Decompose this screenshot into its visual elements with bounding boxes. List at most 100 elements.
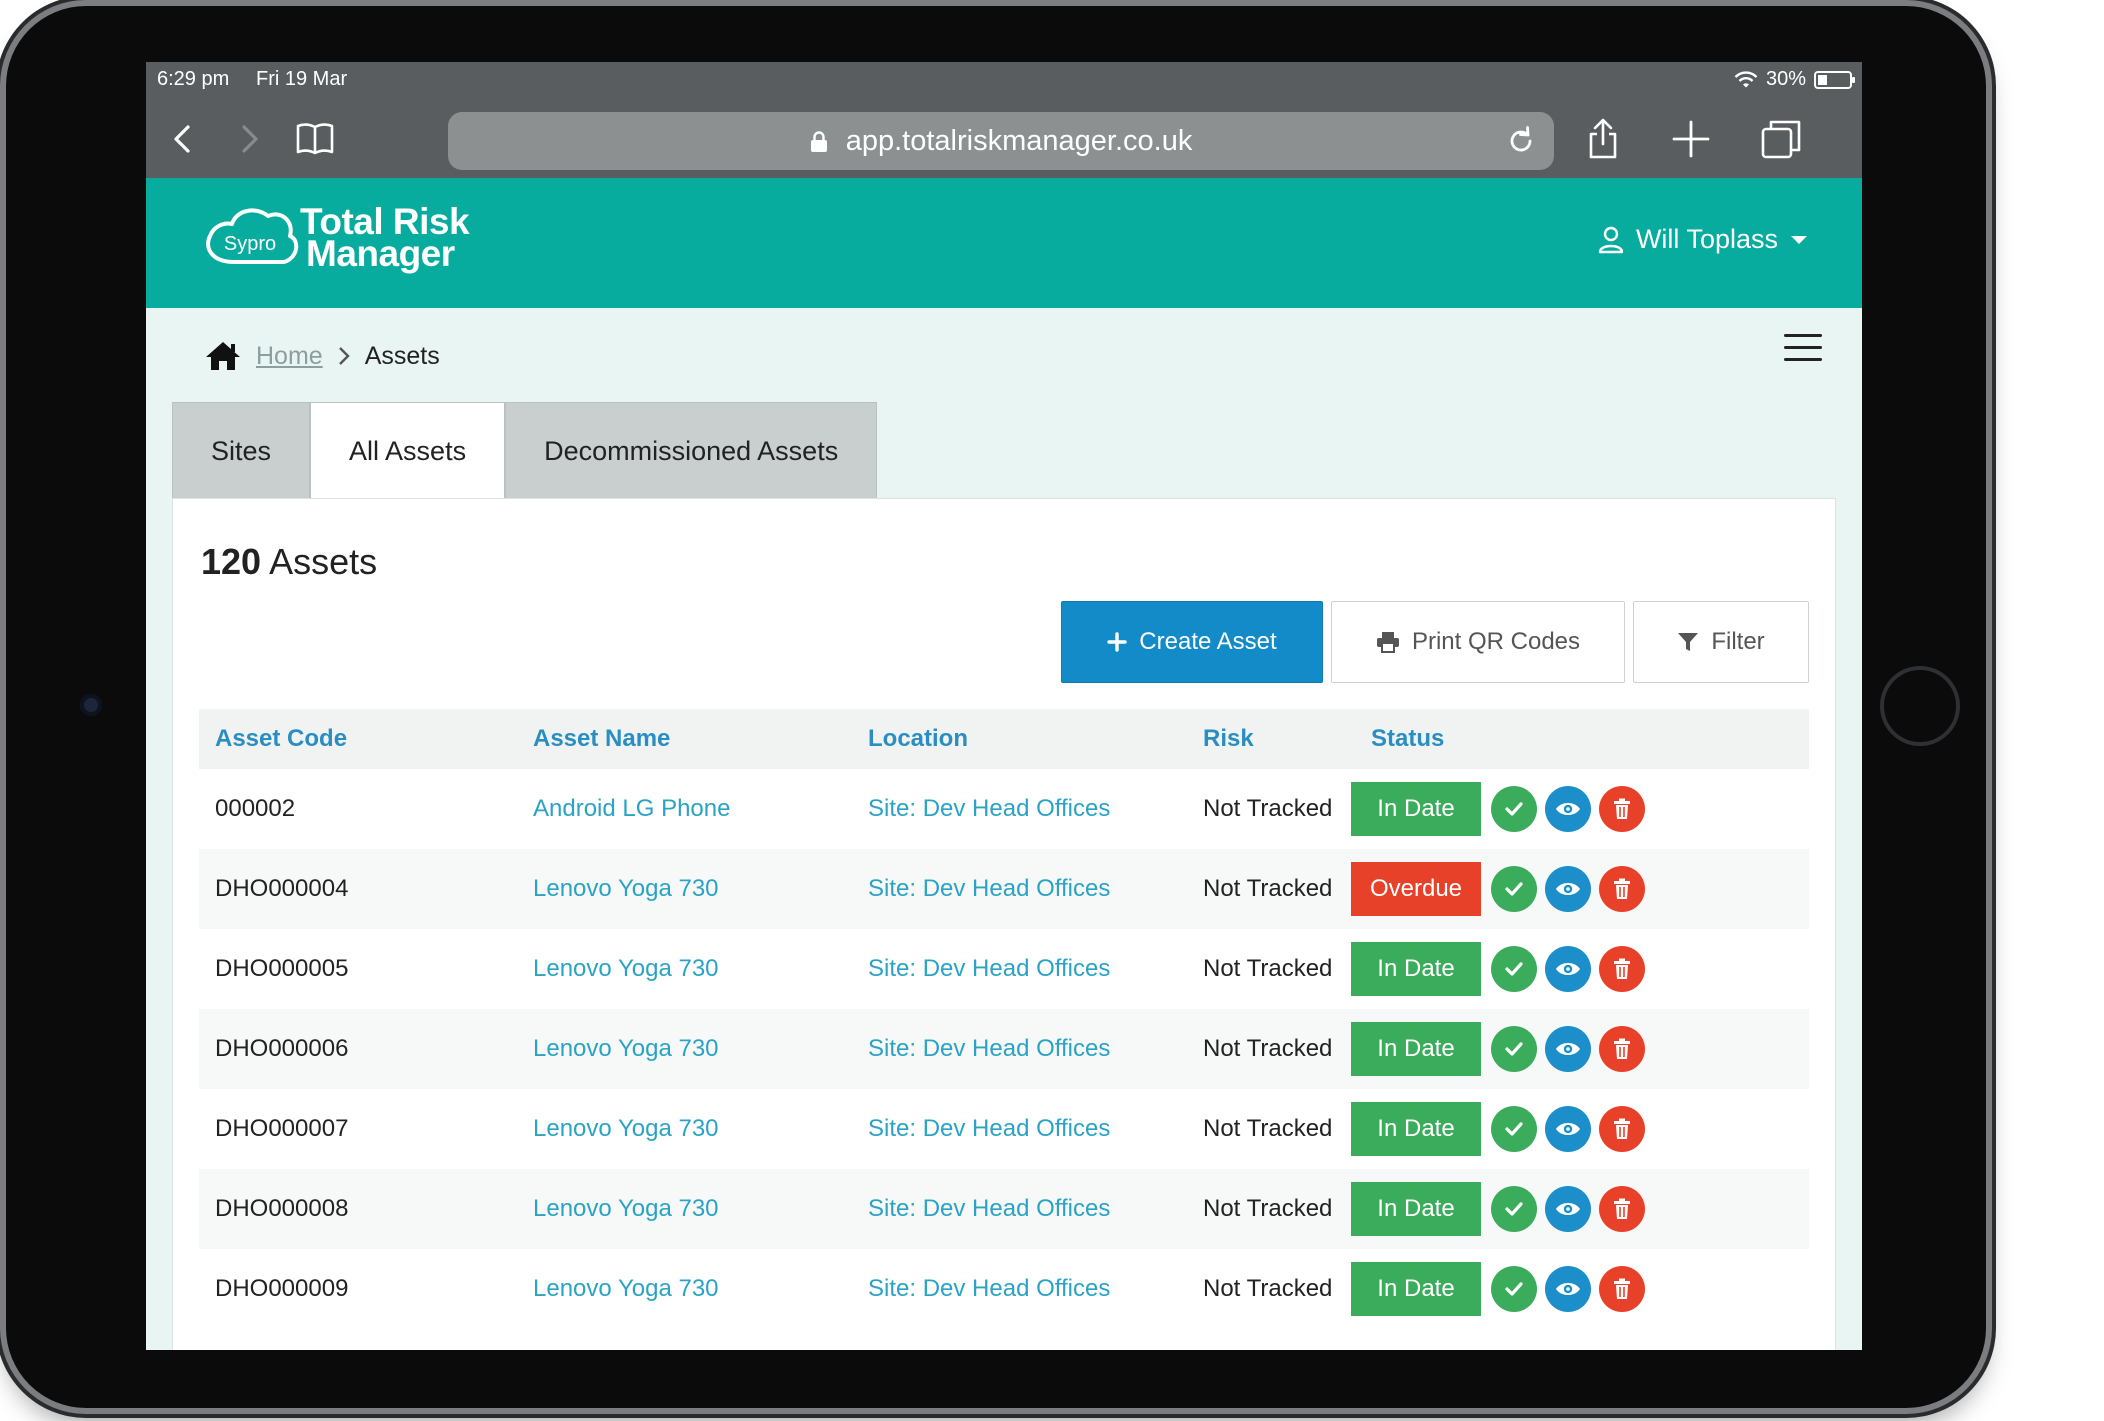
asset-name-link[interactable]: Lenovo Yoga 730 [533, 875, 868, 903]
tab-all-assets[interactable]: All Assets [310, 402, 506, 502]
table-row[interactable]: DHO000005 Lenovo Yoga 730 Site: Dev Head O… [199, 929, 1809, 1009]
check-icon[interactable] [1491, 1026, 1537, 1072]
view-eye-icon[interactable] [1545, 786, 1591, 832]
header-asset-name[interactable]: Asset Name [533, 725, 868, 753]
asset-count-label: Assets [269, 541, 378, 582]
location-link[interactable]: Site: Dev Head Offices [868, 1035, 1203, 1063]
view-eye-icon[interactable] [1545, 1266, 1591, 1312]
row-actions [1491, 946, 1645, 992]
view-eye-icon[interactable] [1545, 1186, 1591, 1232]
asset-name-link[interactable]: Lenovo Yoga 730 [533, 955, 868, 983]
print-qr-codes-button[interactable]: Print QR Codes [1331, 601, 1625, 683]
back-icon[interactable] [158, 114, 208, 164]
bookmarks-icon[interactable] [290, 114, 340, 164]
table-row[interactable]: DHO000004 Lenovo Yoga 730 Site: Dev Head O… [199, 849, 1809, 929]
status-badge: In Date [1351, 1182, 1481, 1236]
create-asset-button[interactable]: Create Asset [1061, 601, 1323, 683]
screen: 6:29 pm Fri 19 Mar 30% app.totalriskmana… [146, 62, 1862, 1350]
view-eye-icon[interactable] [1545, 1026, 1591, 1072]
row-actions [1491, 866, 1645, 912]
delete-trash-icon[interactable] [1599, 1186, 1645, 1232]
battery-percent: 30% [1765, 68, 1806, 90]
location-link[interactable]: Site: Dev Head Offices [868, 1195, 1203, 1223]
header-status[interactable]: Status [1371, 725, 1645, 753]
printer-icon [1376, 632, 1399, 653]
location-link[interactable]: Site: Dev Head Offices [868, 1275, 1203, 1303]
tab-sites[interactable]: Sites [172, 402, 311, 498]
delete-trash-icon[interactable] [1599, 1266, 1645, 1312]
cell-risk: Not Tracked [1203, 1035, 1333, 1062]
cell-asset-code: 000002 [215, 795, 296, 822]
address-bar[interactable]: app.totalriskmanager.co.uk [448, 112, 1554, 170]
caret-down-icon [1791, 235, 1807, 244]
asset-count-heading: 120 Assets [201, 541, 377, 583]
asset-name-link[interactable]: Lenovo Yoga 730 [533, 1195, 868, 1223]
lock-icon [810, 131, 827, 153]
row-actions [1491, 1186, 1645, 1232]
asset-name-link[interactable]: Lenovo Yoga 730 [533, 1115, 868, 1143]
view-eye-icon[interactable] [1545, 1106, 1591, 1152]
asset-name-link[interactable]: Lenovo Yoga 730 [533, 1275, 868, 1303]
delete-trash-icon[interactable] [1599, 786, 1645, 832]
cell-status: Overdue [1351, 862, 1645, 916]
battery-icon [1814, 70, 1855, 89]
tab-decommissioned-assets[interactable]: Decommissioned Assets [505, 402, 878, 498]
home-icon[interactable] [204, 340, 242, 372]
home-button[interactable] [1880, 666, 1960, 746]
status-badge: In Date [1351, 942, 1481, 996]
view-eye-icon[interactable] [1545, 946, 1591, 992]
create-asset-label: Create Asset [1139, 628, 1277, 655]
share-icon[interactable] [1578, 114, 1628, 164]
location-link[interactable]: Site: Dev Head Offices [868, 1115, 1203, 1143]
user-menu[interactable]: Will Toplass [1598, 224, 1808, 255]
hamburger-menu-icon[interactable] [1784, 334, 1822, 362]
header-location[interactable]: Location [868, 725, 1203, 753]
table-row[interactable]: DHO000006 Lenovo Yoga 730 Site: Dev Head O… [199, 1009, 1809, 1089]
tabs-overview-icon[interactable] [1756, 114, 1806, 164]
table-row[interactable]: DHO000009 Lenovo Yoga 730 Site: Dev Head O… [199, 1249, 1809, 1329]
row-actions [1491, 1026, 1645, 1072]
view-eye-icon[interactable] [1545, 866, 1591, 912]
asset-name-link[interactable]: Lenovo Yoga 730 [533, 1035, 868, 1063]
asset-tabs: Sites All Assets Decommissioned Assets [172, 402, 878, 502]
row-actions [1491, 1106, 1645, 1152]
delete-trash-icon[interactable] [1599, 1026, 1645, 1072]
breadcrumb: Home Assets [204, 336, 440, 376]
check-icon[interactable] [1491, 946, 1537, 992]
delete-trash-icon[interactable] [1599, 1106, 1645, 1152]
url-text: app.totalriskmanager.co.uk [845, 125, 1193, 157]
cell-risk: Not Tracked [1203, 1115, 1333, 1142]
delete-trash-icon[interactable] [1599, 946, 1645, 992]
location-link[interactable]: Site: Dev Head Offices [868, 955, 1203, 983]
reload-icon[interactable] [1504, 124, 1538, 158]
breadcrumb-current: Assets [364, 341, 440, 370]
cell-status: In Date [1351, 942, 1645, 996]
location-link[interactable]: Site: Dev Head Offices [868, 875, 1203, 903]
check-icon[interactable] [1491, 1266, 1537, 1312]
status-badge: In Date [1351, 1262, 1481, 1316]
check-icon[interactable] [1491, 1186, 1537, 1232]
check-icon[interactable] [1491, 1106, 1537, 1152]
header-asset-code[interactable]: Asset Code [199, 725, 533, 753]
breadcrumb-home-link[interactable]: Home [256, 342, 323, 371]
delete-trash-icon[interactable] [1599, 866, 1645, 912]
forward-icon[interactable] [224, 114, 274, 164]
table-row[interactable]: 000002 Android LG Phone Site: Dev Head Off… [199, 769, 1809, 849]
check-icon[interactable] [1491, 786, 1537, 832]
cell-risk: Not Tracked [1203, 1275, 1333, 1302]
cell-status: In Date [1351, 1022, 1645, 1076]
asset-name-link[interactable]: Android LG Phone [533, 795, 868, 823]
table-row[interactable]: DHO000008 Lenovo Yoga 730 Site: Dev Head O… [199, 1169, 1809, 1249]
location-link[interactable]: Site: Dev Head Offices [868, 795, 1203, 823]
table-row[interactable]: DHO000007 Lenovo Yoga 730 Site: Dev Head O… [199, 1089, 1809, 1169]
cell-status: In Date [1351, 1102, 1645, 1156]
status-badge: Overdue [1351, 862, 1481, 916]
cell-status: In Date [1351, 1262, 1645, 1316]
new-tab-icon[interactable] [1666, 114, 1716, 164]
header-risk[interactable]: Risk [1203, 725, 1371, 753]
cell-status: In Date [1351, 782, 1645, 836]
assets-table: Asset Code Asset Name Location Risk Stat… [199, 709, 1809, 1329]
cell-risk: Not Tracked [1203, 795, 1333, 822]
check-icon[interactable] [1491, 866, 1537, 912]
filter-button[interactable]: Filter [1633, 601, 1809, 683]
